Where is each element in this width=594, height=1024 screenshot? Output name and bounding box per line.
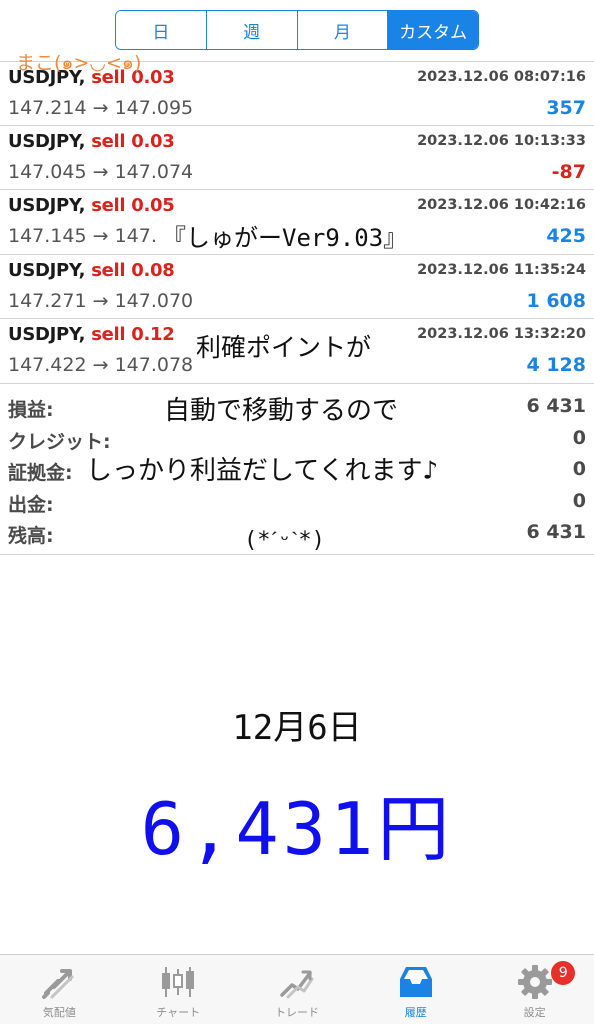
history-icon [396, 963, 436, 1001]
bottom-tab-bar: 気配値 チャート トレード 履歴 設定 9 [0, 954, 594, 1024]
trade-profit: 1 608 [526, 289, 587, 312]
period-tab-day[interactable]: 日 [116, 11, 206, 49]
trade-symbol: USDJPY, [8, 195, 86, 216]
trade-time: 2023.12.06 10:42:16 [417, 197, 586, 213]
summary-label: 出金: [8, 493, 54, 516]
trade-side: sell 0.12 [91, 324, 175, 345]
trade-profit: 357 [546, 97, 586, 119]
overlay-text-emoticon: (*ˊᵕˋ*) [240, 528, 329, 554]
tab-chart[interactable]: チャート [119, 955, 238, 1024]
summary-value: 6 431 [526, 395, 587, 417]
summary-row-credit: クレジット: 0 [0, 424, 594, 456]
tab-quotes[interactable]: 気配値 [0, 955, 119, 1024]
summary-label: 証拠金: [8, 462, 73, 484]
tab-trade[interactable]: トレード [238, 955, 357, 1024]
quotes-icon [39, 963, 79, 1001]
trade-side: sell 0.08 [91, 259, 175, 281]
summary-value: 0 [572, 426, 586, 449]
tab-label: 気配値 [42, 1006, 76, 1019]
period-tab-week[interactable]: 週 [205, 11, 297, 49]
trade-time: 2023.12.06 13:32:20 [417, 326, 586, 342]
trade-symbol: USDJPY, [8, 259, 86, 281]
overlay-text-line: 利確ポイントが [192, 333, 376, 362]
trade-symbol: USDJPY, [8, 324, 86, 345]
trade-side: sell 0.05 [91, 195, 175, 216]
overlay-text-line: 自動で移動するので [160, 396, 403, 426]
trade-side: sell 0.03 [91, 130, 175, 152]
handwritten-amount: 6,431円 [140, 787, 454, 871]
summary-label: 損益: [8, 399, 54, 421]
trade-prices: 147.422 → 147.078 [8, 354, 194, 376]
trade-profit: -87 [551, 160, 586, 183]
summary-value: 0 [572, 458, 586, 480]
trade-profit: 425 [546, 225, 586, 247]
trade-symbol: USDJPY, [8, 130, 86, 152]
period-tab-month[interactable]: 月 [296, 11, 388, 49]
trade-prices: 147.214 → 147.095 [8, 97, 194, 119]
overlay-text-line: しっかり利益だしてくれます♪ [82, 456, 443, 486]
trade-icon [277, 963, 317, 1001]
tab-label: トレード [274, 1006, 319, 1019]
tab-settings[interactable]: 設定 9 [475, 955, 594, 1024]
brand-overlay: まこ(๑>◡<๑) [16, 52, 142, 74]
overlay-text-product: 『しゅがーVer9.03』 [158, 224, 412, 252]
period-segmented-control: 日 週 月 カスタム [115, 10, 479, 50]
summary-row-withdrawal: 出金: 0 [0, 487, 594, 519]
chart-icon [158, 963, 198, 1001]
summary-value: 0 [572, 489, 586, 512]
tab-label: チャート [156, 1006, 201, 1019]
trade-prices: 147.271 → 147.070 [8, 289, 194, 312]
summary-label: 残高: [8, 525, 54, 547]
trade-prices: 147.045 → 147.074 [8, 160, 194, 183]
tab-history[interactable]: 履歴 [356, 955, 475, 1024]
summary-label: クレジット: [8, 430, 111, 453]
tab-label: 設定 [523, 1006, 546, 1019]
gear-icon [515, 963, 555, 1001]
trade-time: 2023.12.06 08:07:16 [417, 69, 586, 85]
trade-profit: 4 128 [526, 354, 587, 376]
trade-row[interactable]: USDJPY, sell 0.03 2023.12.06 10:13:33 14… [0, 126, 594, 190]
tab-label: 履歴 [404, 1006, 427, 1019]
notification-badge: 9 [551, 961, 576, 985]
period-tab-custom[interactable]: カスタム [387, 11, 478, 49]
trade-time: 2023.12.06 11:35:24 [417, 261, 586, 278]
trade-row[interactable]: USDJPY, sell 0.08 2023.12.06 11:35:24 14… [0, 255, 594, 319]
summary-value: 6 431 [526, 521, 587, 543]
handwritten-date: 12月6日 [232, 708, 362, 748]
trade-time: 2023.12.06 10:13:33 [417, 132, 586, 149]
